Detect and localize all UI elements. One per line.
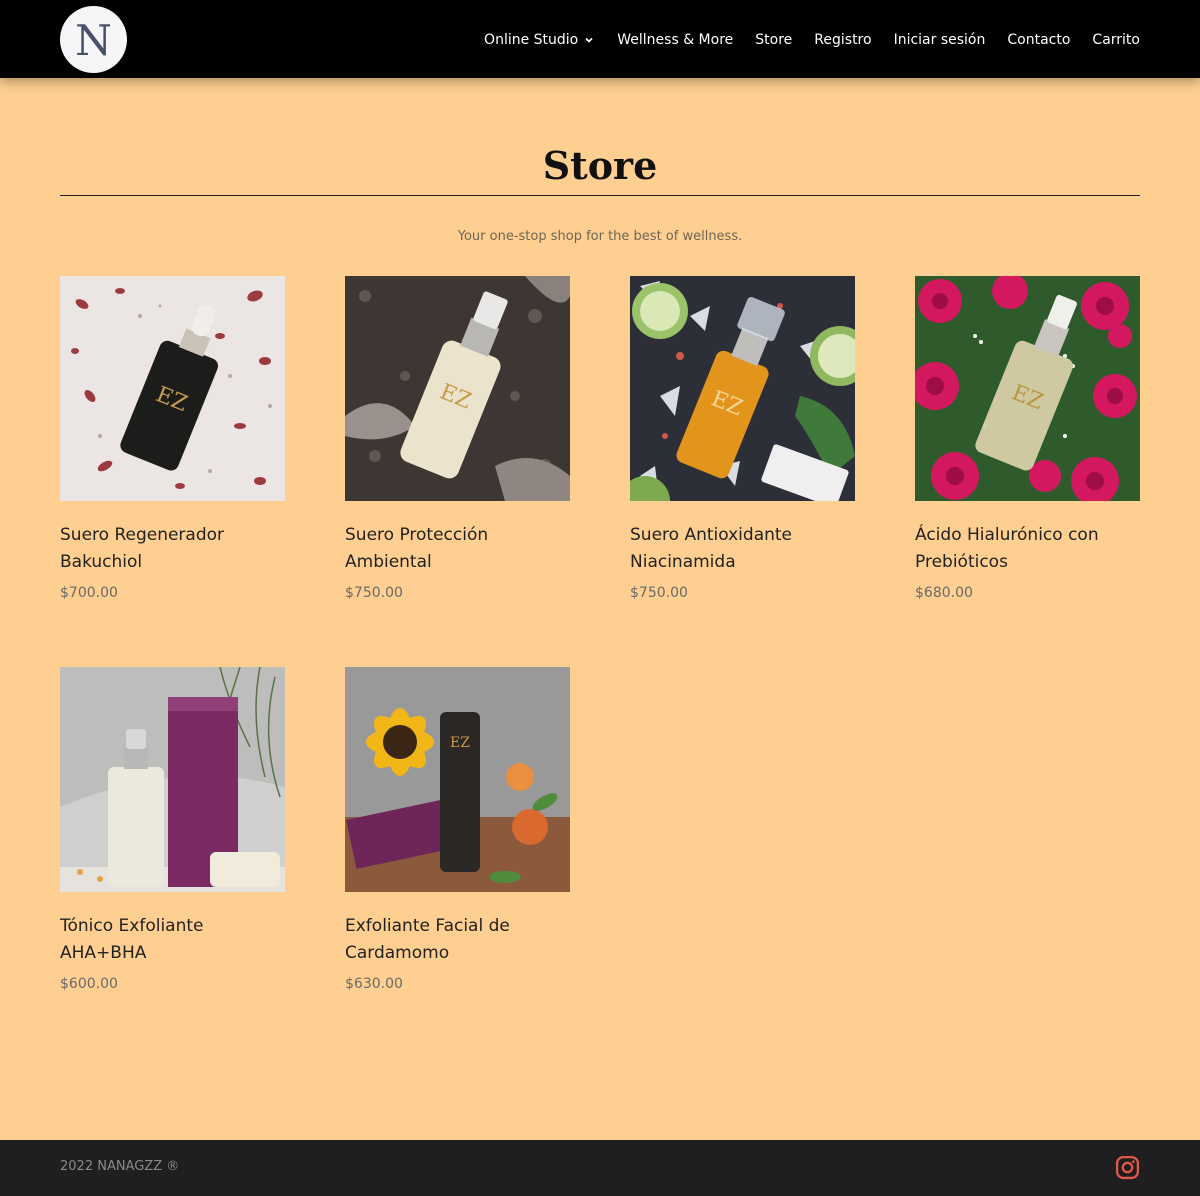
nav-store[interactable]: Store	[755, 32, 792, 48]
page-title: Store	[542, 143, 658, 188]
site-header: N Online Studio Wellness & More Store Re…	[0, 0, 1200, 78]
svg-text:EZ: EZ	[450, 735, 470, 751]
product-image[interactable]: EZ	[60, 276, 285, 501]
nav-online-studio[interactable]: Online Studio	[484, 32, 595, 48]
site-footer: 2022 NANAGZZ ®	[0, 1140, 1200, 1196]
page-subtitle: Your one-stop shop for the best of welln…	[457, 229, 743, 244]
nav-contacto[interactable]: Contacto	[1007, 32, 1070, 48]
product-name[interactable]: Ácido Hialurónico con Prebióticos	[915, 522, 1140, 576]
product-price: $680.00	[915, 585, 973, 601]
product-price: $630.00	[345, 976, 403, 992]
site-logo[interactable]: N	[60, 6, 127, 73]
product-price: $600.00	[60, 976, 118, 992]
product-card: EZ Suero Regenerador Bakuchiol $700.00	[60, 276, 285, 601]
instagram-icon[interactable]	[1115, 1155, 1140, 1180]
product-price: $750.00	[630, 585, 688, 601]
chevron-down-icon	[585, 37, 593, 43]
footer-copyright: 2022 NANAGZZ ®	[60, 1159, 180, 1174]
nav-registro[interactable]: Registro	[814, 32, 871, 48]
main-nav: Online Studio Wellness & More Store Regi…	[484, 30, 1140, 50]
logo-letter: N	[75, 15, 112, 65]
product-card: EZ Suero Protección Ambiental $750.00	[345, 276, 570, 601]
product-name[interactable]: Suero Antioxidante Niacinamida	[630, 522, 855, 576]
product-image[interactable]: EZ	[915, 276, 1140, 501]
product-price: $750.00	[345, 585, 403, 601]
product-name[interactable]: Suero Protección Ambiental	[345, 522, 570, 576]
product-card: EZ Ácido Hialurónico con Prebióticos $68…	[915, 276, 1140, 601]
product-name[interactable]: Suero Regenerador Bakuchiol	[60, 522, 285, 576]
product-card: EZ Suero Antioxidante Niacinamida $750.0…	[630, 276, 855, 601]
product-image[interactable]	[60, 667, 285, 892]
product-card: Tónico Exfoliante AHA+BHA $600.00	[60, 667, 285, 992]
title-divider	[60, 195, 1140, 196]
product-name[interactable]: Exfoliante Facial de Cardamomo	[345, 913, 570, 967]
product-image[interactable]: EZ	[345, 276, 570, 501]
nav-wellness-more[interactable]: Wellness & More	[617, 32, 733, 48]
product-image[interactable]: EZ	[345, 667, 570, 892]
nav-iniciar-sesion[interactable]: Iniciar sesión	[894, 32, 986, 48]
product-card: EZ Exfoliante Facial de Cardamomo $630.0…	[345, 667, 570, 992]
nav-carrito[interactable]: Carrito	[1092, 32, 1140, 48]
product-image[interactable]: EZ	[630, 276, 855, 501]
product-name[interactable]: Tónico Exfoliante AHA+BHA	[60, 913, 285, 967]
product-price: $700.00	[60, 585, 118, 601]
nav-online-studio-label: Online Studio	[484, 32, 579, 48]
